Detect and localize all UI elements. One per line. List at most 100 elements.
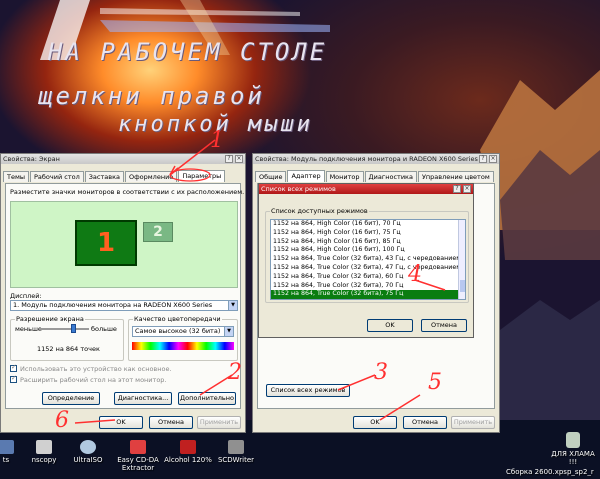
resolution-group: Разрешение экрана меньше больше 1152 на … [10, 315, 124, 361]
dialog-title: Список всех режимов [261, 185, 336, 193]
desktop-icon-easy-cd[interactable]: Easy CD-DA Extractor [110, 440, 166, 472]
desktop-icon-label: Alcohol 120% [164, 456, 212, 464]
monitor-instruction: Разместите значки мониторов в соответств… [10, 188, 245, 196]
help-icon[interactable]: ? [225, 155, 233, 163]
tab-monitor[interactable]: Монитор [325, 171, 364, 182]
window-title: Свойства: Модуль подключения монитора и … [255, 155, 478, 163]
alcohol-icon [180, 440, 196, 454]
tab-desktop[interactable]: Рабочий стол [30, 171, 84, 182]
settings-panel: Разместите значки мониторов в соответств… [5, 183, 245, 409]
adapter-cancel-button[interactable]: Отмена [403, 416, 447, 429]
advanced-button[interactable]: Дополнительно [178, 392, 236, 405]
annotation-6: 6 [55, 408, 69, 433]
diagnostics-button[interactable]: Диагностика... [114, 392, 172, 405]
monitor-arrangement-area: 1 2 [10, 201, 238, 288]
resolution-less: меньше [15, 325, 42, 333]
tab-appearance[interactable]: Оформление [125, 171, 178, 182]
recycle-icon [566, 432, 580, 448]
list-item[interactable]: 1152 на 864, High Color (16 бит), 100 Гц [271, 246, 465, 255]
available-modes-title: Список доступных режимов [270, 207, 369, 215]
tab-settings[interactable]: Параметры [178, 170, 226, 182]
recycle-bin-label: ДЛЯ ХЛАМА !!! [551, 450, 595, 466]
all-modes-dialog: Список всех режимов ? × Список доступных… [258, 183, 474, 338]
annotation-5: 5 [428, 370, 442, 395]
display-properties-window: Свойства: Экран ? × Темы Рабочий стол За… [0, 153, 246, 433]
annotation-4: 4 [408, 262, 422, 287]
modes-rows: 1152 на 864, High Color (16 бит), 70 Гц 1… [271, 220, 465, 299]
desktop-icon-scdwriter[interactable]: SCDWriter [208, 440, 264, 464]
desktop-icon-label: UltraISO [73, 456, 103, 464]
identify-button[interactable]: Определение [42, 392, 100, 405]
list-item[interactable]: 1152 на 864, True Color (32 бита), 75 Гц [271, 290, 465, 299]
tab-themes[interactable]: Темы [3, 171, 30, 182]
color-quality-group: Качество цветопередачи Самое высокое (32… [128, 315, 238, 361]
all-modes-titlebar[interactable]: Список всех режимов ? × [259, 184, 473, 194]
display-label: Дисплей: [10, 292, 42, 300]
close-icon[interactable]: × [463, 185, 471, 193]
display-select[interactable]: 1. Модуль подключения монитора на RADEON… [10, 300, 238, 311]
primary-device-checkbox[interactable] [10, 363, 17, 372]
modes-scrollbar[interactable] [458, 220, 465, 299]
chevron-down-icon[interactable]: ▼ [228, 301, 237, 310]
tab-adapter[interactable]: Адаптер [287, 170, 325, 182]
tab-color-management[interactable]: Управление цветом [417, 171, 494, 182]
resolution-more: больше [91, 325, 117, 333]
available-modes-group: Список доступных режимов 1152 на 864, Hi… [265, 207, 469, 303]
window-title: Свойства: Экран [3, 155, 60, 163]
annotation-3: 3 [374, 360, 388, 385]
monitor-2-number: 2 [153, 224, 163, 240]
list-all-modes-button[interactable]: Список всех режимов [266, 384, 350, 397]
desktop-icon-label: Easy CD-DA Extractor [117, 456, 159, 472]
resolution-slider-thumb[interactable] [71, 324, 76, 333]
recycle-bin-icon[interactable]: ДЛЯ ХЛАМА !!! [546, 432, 600, 466]
adapter-tabs: Общие Адаптер Монитор Диагностика Управл… [255, 170, 495, 182]
chevron-down-icon[interactable]: ▼ [224, 327, 233, 336]
list-item[interactable]: 1152 на 864, True Color (32 бита), 60 Гц [271, 273, 465, 282]
tab-diagnostics[interactable]: Диагностика [364, 171, 417, 182]
modes-cancel-button[interactable]: Отмена [421, 319, 467, 332]
list-item[interactable]: 1152 на 864, High Color (16 бит), 70 Гц [271, 220, 465, 229]
desktop-icon-label: SCDWriter [217, 456, 255, 464]
desktop-icon-label: ts [2, 456, 10, 464]
close-icon[interactable]: × [489, 155, 497, 163]
primary-device-label: Использовать это устройство как основное… [20, 365, 172, 373]
resolution-slider-track[interactable] [39, 328, 89, 330]
program-icon [36, 440, 52, 454]
close-icon[interactable]: × [235, 155, 243, 163]
list-item[interactable]: 1152 на 864, High Color (16 бит), 75 Гц [271, 229, 465, 238]
tab-general[interactable]: Общие [255, 171, 287, 182]
annotation-1: 1 [210, 128, 224, 153]
color-quality-select[interactable]: Самое высокое (32 бита) ▼ [132, 326, 234, 337]
adapter-apply-button[interactable]: Применить [451, 416, 495, 429]
display-apply-button[interactable]: Применить [197, 416, 241, 429]
display-cancel-button[interactable]: Отмена [149, 416, 193, 429]
scrollbar-thumb[interactable] [460, 280, 465, 292]
monitor-2[interactable]: 2 [143, 222, 173, 242]
annotation-2: 2 [228, 360, 242, 385]
monitor-1[interactable]: 1 [75, 220, 137, 266]
monitor-1-number: 1 [96, 228, 116, 258]
display-ok-button[interactable]: OK [99, 416, 143, 429]
resolution-title: Разрешение экрана [15, 315, 85, 323]
extend-desktop-label: Расширить рабочий стол на этот монитор. [20, 376, 167, 384]
color-quality-value: Самое высокое (32 бита) [135, 327, 221, 335]
cd-extractor-icon [130, 440, 146, 454]
help-icon[interactable]: ? [453, 185, 461, 193]
adapter-ok-button[interactable]: OK [353, 416, 397, 429]
handwriting-line-2: щелкни правой [38, 82, 265, 110]
writer-icon [228, 440, 244, 454]
modes-listbox[interactable]: 1152 на 864, High Color (16 бит), 70 Гц 1… [270, 219, 466, 300]
display-properties-titlebar[interactable]: Свойства: Экран ? × [1, 154, 245, 164]
wallpaper-light-rays [40, 0, 330, 60]
adapter-properties-titlebar[interactable]: Свойства: Модуль подключения монитора и … [253, 154, 499, 164]
desktop-icon-label: nscopy [31, 456, 57, 464]
display-tabs: Темы Рабочий стол Заставка Оформление Па… [3, 170, 226, 182]
help-icon[interactable]: ? [479, 155, 487, 163]
list-item[interactable]: 1152 на 864, True Color (32 бита), 43 Гц… [271, 255, 465, 264]
tab-screensaver[interactable]: Заставка [84, 171, 124, 182]
desktop-icon-ultraiso[interactable]: UltraISO [60, 440, 116, 464]
modes-ok-button[interactable]: OK [367, 319, 413, 332]
list-item[interactable]: 1152 на 864, True Color (32 бита), 47 Гц… [271, 264, 465, 273]
color-spectrum-bar [132, 342, 234, 350]
extend-desktop-checkbox[interactable] [10, 374, 17, 383]
